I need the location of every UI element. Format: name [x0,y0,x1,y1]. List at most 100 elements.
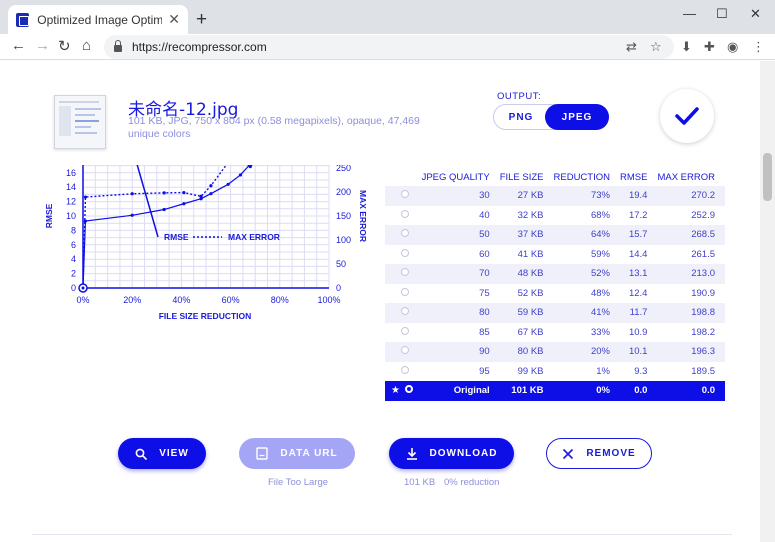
browser-tab[interactable]: Optimized Image Optimization ✕ [8,5,188,34]
image-thumbnail[interactable] [54,95,106,149]
cell-file-size: 52 KB [517,287,544,299]
radio-button[interactable] [401,209,409,218]
y2-tick-label: 50 [336,259,346,269]
table-row[interactable]: 40 32 KB 68% 17.2 252.9 [385,206,725,226]
cell-max-error: 261.5 [691,248,715,260]
y-tick-label: 4 [71,254,76,264]
back-icon[interactable]: ← [11,37,26,54]
row-select-cell[interactable] [385,362,422,382]
forward-icon[interactable]: → [35,37,50,54]
download-button[interactable]: DOWNLOAD [389,438,514,469]
cell-quality: 70 [421,264,500,284]
cell-quality: 30 [421,186,500,206]
close-tab-icon[interactable]: ✕ [168,11,180,28]
row-select-cell[interactable]: ★ [385,381,422,401]
rmse-point [182,202,186,206]
profile-avatar-icon[interactable]: ◉ [727,39,738,55]
cell-max-error: 198.2 [691,326,715,338]
radio-button[interactable] [401,248,409,257]
table-row[interactable]: 60 41 KB 59% 14.4 261.5 [385,245,725,265]
selected-point-dot [81,286,85,290]
radio-button[interactable] [401,326,409,335]
cell-max-error: 252.9 [691,209,715,221]
table-row[interactable]: 50 37 KB 64% 15.7 268.5 [385,225,725,245]
rmse-point [83,219,88,223]
radio-button[interactable] [401,346,409,355]
table-row[interactable]: 95 99 KB 1% 9.3 189.5 [385,362,725,382]
tab-bar: Optimized Image Optimization ✕ + — ☐ ✕ [0,0,775,34]
row-select-cell[interactable] [385,284,422,304]
bookmark-star-icon[interactable]: ☆ [650,39,662,55]
page-scrollbar[interactable] [760,61,775,542]
radio-button[interactable] [401,190,409,199]
table-row[interactable]: 30 27 KB 73% 19.4 270.2 [385,186,725,206]
maximize-icon[interactable]: ☐ [716,6,728,22]
y-tick-label: 6 [71,240,76,250]
cell-reduction: 64% [553,225,620,245]
row-select-cell[interactable] [385,303,422,323]
row-select-cell[interactable] [385,323,422,343]
view-button[interactable]: VIEW [118,438,206,469]
table-row[interactable]: 80 59 KB 41% 11.7 198.8 [385,303,725,323]
rmse-point [162,207,166,212]
address-bar[interactable]: https://recompressor.com [104,35,674,59]
max-error-point [182,190,186,195]
cell-reduction: 48% [590,287,610,299]
new-tab-icon[interactable]: + [196,9,207,31]
remove-button[interactable]: REMOVE [546,438,652,469]
row-select-cell[interactable] [385,245,422,265]
window-close-icon[interactable]: ✕ [750,6,761,22]
row-select-cell[interactable] [385,264,422,284]
menu-icon[interactable]: ⋮ [752,39,765,55]
header-file-size: FILE SIZE [499,171,544,183]
cell-quality: 60 [479,248,490,260]
rmse-series-line [82,165,251,289]
row-select-cell[interactable] [385,186,422,206]
remove-label: REMOVE [586,448,636,459]
minimize-icon[interactable]: — [683,6,696,21]
radio-button[interactable] [401,268,409,277]
data-url-note: File Too Large [268,477,329,488]
radio-button[interactable] [404,385,413,394]
page-content: 未命名-12.jpg 101 KB, JPG, 750 x 804 px (0.… [0,61,760,542]
table-row[interactable]: 75 52 KB 48% 12.4 190.9 [385,284,725,304]
file-metadata: 101 KB, JPG, 750 x 804 px (0.58 megapixe… [128,115,420,140]
radio-button[interactable] [401,287,409,296]
radio-button[interactable] [401,365,409,374]
y-tick-label: 12 [66,197,76,207]
reload-icon[interactable]: ↻ [58,37,71,55]
radio-button[interactable] [401,229,409,238]
download-extension-icon[interactable]: ⬇ [681,39,692,55]
radio-button[interactable] [401,307,409,316]
translate-icon[interactable]: ⇄ [626,39,637,55]
data-url-button[interactable]: DATA URL [239,438,355,469]
rmse-point [209,192,213,196]
jpeg-option[interactable]: JPEG [545,104,609,130]
table-row[interactable]: 90 80 KB 20% 10.1 196.3 [385,342,725,362]
cell-file-size: 67 KB [517,326,544,338]
cell-file-size: 48 KB [499,264,554,284]
table-row-selected[interactable]: ★ Original 101 KB 0% 0.0 0.0 [385,381,725,401]
tab-title: Optimized Image Optimization [37,12,163,27]
row-select-cell[interactable] [385,225,422,245]
scrollbar-thumb[interactable] [763,153,772,201]
y-tick-label: 2 [71,269,76,279]
quality-chart: 024681012141618200501001502002503000%20%… [44,165,368,321]
cell-quality: 95 [479,365,490,377]
legend-max-error-label: MAX ERROR [228,232,280,242]
table-row[interactable]: 85 67 KB 33% 10.9 198.2 [385,323,725,343]
png-option[interactable]: PNG [494,105,548,129]
cell-quality: 75 [479,287,490,299]
cell-quality: 85 [479,326,490,338]
home-icon[interactable]: ⌂ [82,37,91,54]
extensions-icon[interactable]: ✚ [704,39,715,55]
table-row[interactable]: 70 48 KB 52% 13.1 213.0 [385,264,725,284]
cell-file-size: 101 KB [499,381,554,401]
confirm-button[interactable] [660,89,714,143]
output-format-toggle: PNG JPEG [493,104,609,130]
browser-toolbar: ← → ↻ ⌂ https://recompressor.com ⇄ ☆ ⬇ ✚… [0,34,775,60]
star-icon: ★ [391,385,400,397]
row-select-cell[interactable] [385,342,422,362]
row-select-cell[interactable] [385,206,422,226]
y-tick-label: 0 [71,283,76,293]
